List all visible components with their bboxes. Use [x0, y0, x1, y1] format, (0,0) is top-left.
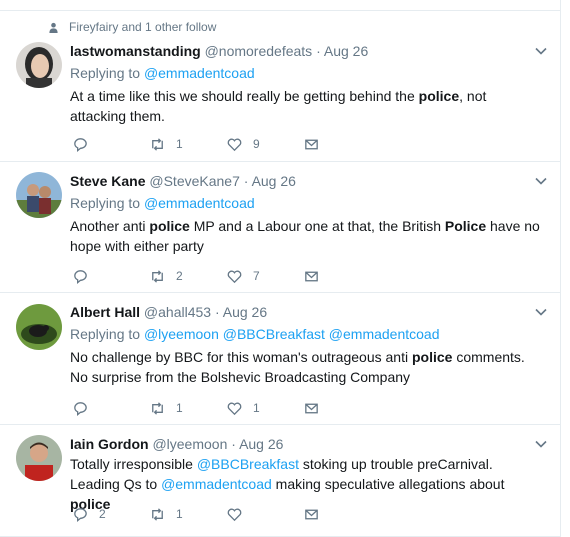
message-icon — [305, 271, 318, 281]
like-button[interactable] — [226, 506, 303, 523]
user-handle[interactable]: @ahall453 — [144, 304, 211, 320]
tweet-header: Albert Hall @ahall453 · Aug 26 — [70, 304, 268, 320]
retweet-icon — [152, 507, 163, 521]
replying-label: Replying to — [70, 326, 141, 342]
display-name[interactable]: lastwomanstanding — [70, 43, 201, 59]
reply-icon — [74, 269, 87, 284]
avatar[interactable] — [16, 435, 62, 481]
retweet-icon — [152, 401, 163, 415]
replying-to: Replying to @emmadentcoad — [70, 194, 540, 212]
mention-link[interactable]: @emmadentcoad — [144, 195, 255, 211]
tweet[interactable]: Iain Gordon @lyeemoon · Aug 26 Totally i… — [0, 425, 560, 537]
like-count: 1 — [253, 401, 260, 415]
retweet-button[interactable]: 1 — [149, 400, 226, 417]
retweet-count: 1 — [176, 137, 183, 151]
avatar[interactable] — [16, 42, 62, 88]
reply-button[interactable] — [72, 268, 149, 285]
like-icon — [227, 270, 242, 283]
reply-button[interactable] — [72, 136, 149, 153]
retweet-button[interactable]: 2 — [149, 268, 226, 285]
tweet[interactable]: Steve Kane @SteveKane7 · Aug 26 Replying… — [0, 162, 560, 293]
tweet-text: No challenge by BBC for this woman's out… — [70, 349, 525, 385]
replying-label: Replying to — [70, 65, 141, 81]
like-button[interactable]: 1 — [226, 400, 303, 417]
like-button[interactable]: 9 — [226, 136, 303, 153]
avatar[interactable] — [16, 172, 62, 218]
reply-icon — [74, 137, 87, 152]
avatar[interactable] — [16, 304, 62, 350]
message-icon — [305, 509, 318, 519]
user-handle[interactable]: @SteveKane7 — [149, 173, 240, 189]
mention-link[interactable]: @BBCBreakfast — [197, 456, 299, 472]
retweet-count: 1 — [176, 401, 183, 415]
tweet[interactable]: lastwomanstanding @nomoredefeats · Aug 2… — [0, 38, 560, 162]
mention-link[interactable]: @emmadentcoad — [144, 65, 255, 81]
person-icon — [49, 22, 58, 33]
replying-to: Replying to @emmadentcoad — [70, 64, 540, 82]
tweet-date[interactable]: Aug 26 — [239, 436, 283, 452]
message-button[interactable] — [303, 268, 380, 285]
tweet-actions: 2 1 — [72, 504, 380, 524]
social-context[interactable]: Fireyfairy and 1 other follow — [48, 20, 216, 34]
timeline: Fireyfairy and 1 other follow lastwomans… — [0, 0, 561, 537]
replying-to: Replying to @lyeemoon @BBCBreakfast @emm… — [70, 325, 540, 343]
tweet-actions: 1 9 — [72, 134, 380, 154]
message-button[interactable] — [303, 136, 380, 153]
message-button[interactable] — [303, 506, 380, 523]
retweet-icon — [152, 269, 163, 283]
tweet-text: At a time like this we should really be … — [70, 88, 487, 124]
display-name[interactable]: Albert Hall — [70, 304, 140, 320]
like-count: 9 — [253, 137, 260, 151]
tweet-date[interactable]: Aug 26 — [252, 173, 296, 189]
retweet-button[interactable]: 1 — [149, 136, 226, 153]
tweet-actions: 2 7 — [72, 266, 380, 286]
message-button[interactable] — [303, 400, 380, 417]
tweet-date[interactable]: Aug 26 — [324, 43, 368, 59]
retweet-button[interactable]: 1 — [149, 506, 226, 523]
social-context-text: Fireyfairy and 1 other follow — [69, 20, 217, 34]
tweet-header: lastwomanstanding @nomoredefeats · Aug 2… — [70, 43, 369, 59]
like-button[interactable]: 7 — [226, 268, 303, 285]
replying-label: Replying to — [70, 195, 141, 211]
reply-count: 2 — [99, 507, 106, 521]
reply-button[interactable]: 2 — [72, 506, 149, 523]
display-name[interactable]: Iain Gordon — [70, 436, 149, 452]
like-icon — [227, 138, 242, 151]
message-icon — [305, 139, 318, 149]
retweet-icon — [152, 137, 163, 151]
tweet-header: Steve Kane @SteveKane7 · Aug 26 — [70, 173, 296, 189]
reply-icon — [74, 401, 87, 416]
retweet-count: 1 — [176, 507, 183, 521]
mention-link[interactable]: @emmadentcoad — [161, 476, 272, 492]
tweet[interactable]: Albert Hall @ahall453 · Aug 26 Replying … — [0, 293, 560, 425]
tweet-header: Iain Gordon @lyeemoon · Aug 26 — [70, 436, 284, 452]
display-name[interactable]: Steve Kane — [70, 173, 145, 189]
like-icon — [227, 508, 242, 521]
reply-icon — [74, 507, 87, 522]
user-handle[interactable]: @nomoredefeats — [205, 43, 313, 59]
user-handle[interactable]: @lyeemoon — [152, 436, 227, 452]
mention-link[interactable]: @emmadentcoad — [329, 326, 440, 342]
like-count: 7 — [253, 269, 260, 283]
tweet-date[interactable]: Aug 26 — [223, 304, 267, 320]
retweet-count: 2 — [176, 269, 183, 283]
tweet-actions: 1 1 — [72, 398, 380, 418]
mention-link[interactable]: @lyeemoon — [144, 326, 219, 342]
like-icon — [227, 402, 242, 415]
tweet-text: Another anti police MP and a Labour one … — [70, 218, 540, 254]
reply-button[interactable] — [72, 400, 149, 417]
mention-link[interactable]: @BBCBreakfast — [223, 326, 325, 342]
message-icon — [305, 403, 318, 413]
